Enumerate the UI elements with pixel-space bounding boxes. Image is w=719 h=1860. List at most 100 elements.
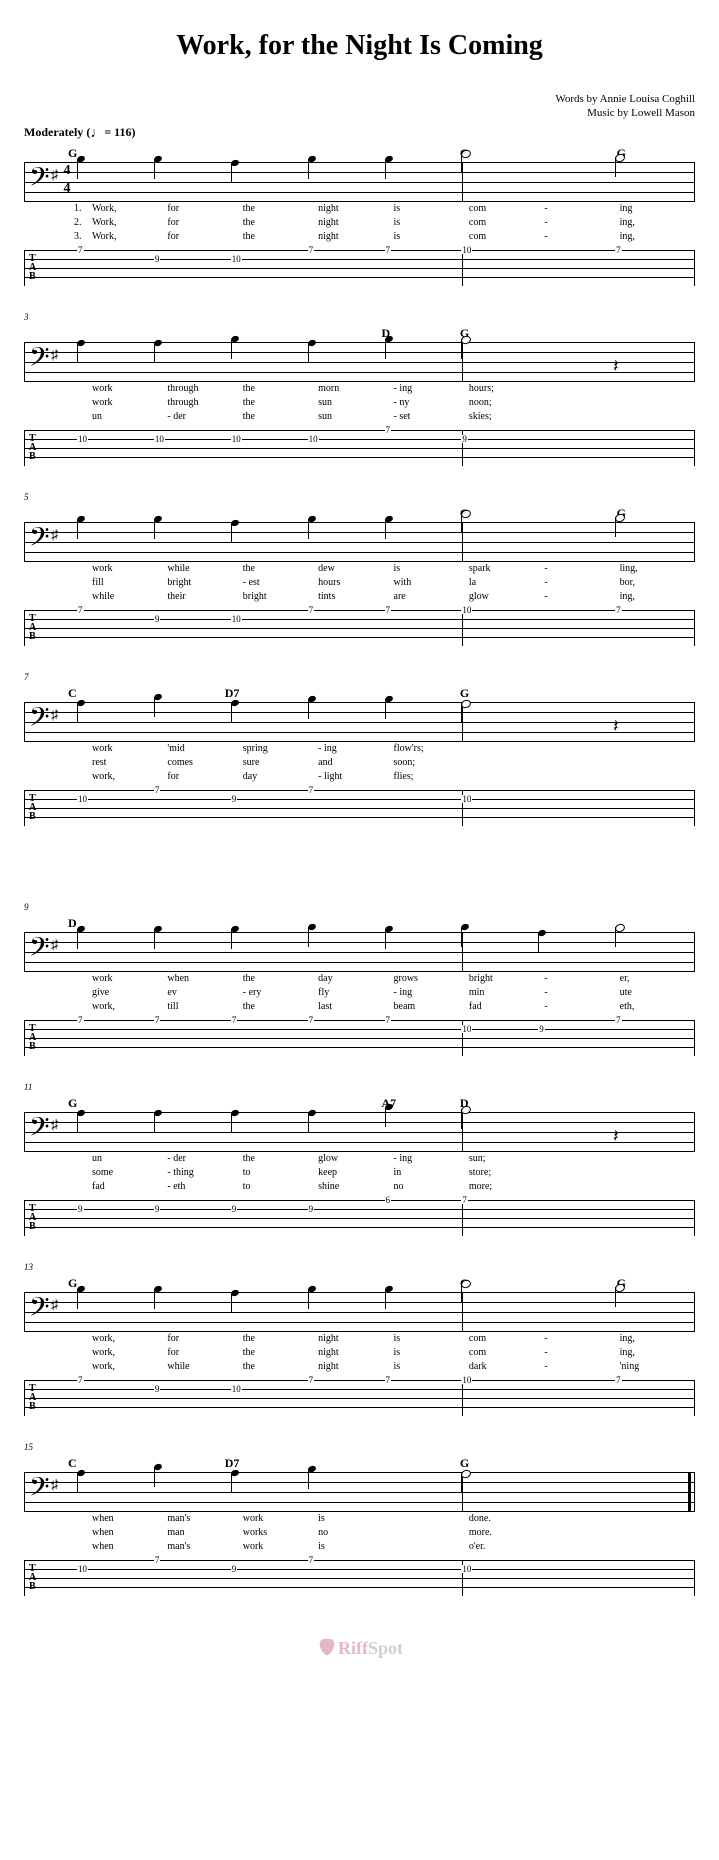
bass-clef-icon: 𝄢: [29, 520, 50, 560]
lyric-syllable: ing,: [620, 216, 695, 230]
chord-symbol: G: [460, 1456, 538, 1472]
credit-music: Music by Lowell Mason: [24, 106, 695, 120]
lyric-syllable: [469, 742, 544, 756]
lyric-syllable: [620, 770, 695, 784]
lyric-line: whenmanworksnomore.: [74, 1526, 695, 1540]
lyric-syllable: [544, 1540, 619, 1554]
lyric-syllable: - der: [167, 1152, 242, 1166]
lyric-syllable: ing,: [620, 1332, 695, 1346]
lyric-syllable: com: [469, 230, 544, 244]
lyric-syllable: their: [167, 590, 242, 604]
lyric-syllable: when: [92, 1540, 167, 1554]
tab-fret: 9: [77, 1205, 84, 1213]
tab-fret: 9: [154, 615, 161, 623]
lyric-syllable: flow'rs;: [394, 742, 469, 756]
lyric-syllable: through: [167, 396, 242, 410]
lyric-syllable: [620, 1512, 695, 1526]
tab-fret: 7: [385, 606, 392, 614]
lyric-syllable: is: [318, 1512, 393, 1526]
music-system: 13GCG𝄢♯work,forthenightiscom-ing,work,fo…: [24, 1276, 695, 1416]
bass-clef-icon: 𝄢: [29, 1470, 50, 1510]
key-signature: ♯: [51, 348, 58, 364]
lyrics-block: workwhenthedaygrowsbright-er,giveev- ery…: [74, 972, 695, 1014]
lyric-syllable: [544, 742, 619, 756]
lyric-syllable: spring: [243, 742, 318, 756]
lyric-syllable: the: [243, 410, 318, 424]
lyric-line: 2.Work,forthenightiscom-ing,: [74, 216, 695, 230]
music-system: 5CG𝄢♯workwhilethedewisspark-ling,fillbri…: [24, 506, 695, 646]
lyric-syllable: work: [243, 1512, 318, 1526]
lyric-syllable: day: [243, 770, 318, 784]
verse-number: [74, 1332, 92, 1346]
tab-fret: 9: [231, 1565, 238, 1573]
lyric-syllable: er,: [620, 972, 695, 986]
lyric-syllable: night: [318, 1332, 393, 1346]
chord-symbol: [617, 1096, 695, 1112]
tab-fret: 7: [385, 1016, 392, 1024]
lyric-line: whenman'sworkisdone.: [74, 1512, 695, 1526]
lyric-syllable: noon;: [469, 396, 544, 410]
chord-symbol: [617, 916, 695, 932]
lyric-syllable: is: [394, 1332, 469, 1346]
tab-staff: TAB999967: [24, 1200, 695, 1236]
chord-symbol: A7: [382, 1096, 460, 1112]
lyric-syllable: [620, 410, 695, 424]
tab-fret: 10: [231, 255, 242, 263]
time-signature: 44: [61, 162, 73, 198]
tab-fret: 10: [461, 1025, 472, 1033]
lyric-line: 3.Work,forthenightiscom-ing,: [74, 230, 695, 244]
lyric-syllable: sure: [243, 756, 318, 770]
bass-clef-icon: 𝄢: [29, 930, 50, 970]
chord-symbol: [538, 1096, 616, 1112]
lyric-syllable: when: [92, 1512, 167, 1526]
lyric-syllable: [620, 382, 695, 396]
lyric-syllable: [620, 756, 695, 770]
verse-number: [74, 1152, 92, 1166]
tab-fret: 10: [231, 615, 242, 623]
lyrics-block: workthroughthemorn- inghours;workthrough…: [74, 382, 695, 424]
lyric-syllable: -: [544, 1360, 619, 1374]
lyric-line: fad- ethtoshinenomore;: [74, 1180, 695, 1194]
lyric-syllable: [544, 410, 619, 424]
chord-row: CD7G: [68, 1456, 695, 1472]
lyric-syllable: tints: [318, 590, 393, 604]
lyric-syllable: sun: [318, 410, 393, 424]
verse-number: [74, 1540, 92, 1554]
lyric-line: whenman'sworkiso'er.: [74, 1540, 695, 1554]
lyric-syllable: is: [394, 216, 469, 230]
lyric-syllable: grows: [394, 972, 469, 986]
lyric-syllable: for: [167, 230, 242, 244]
lyric-syllable: com: [469, 202, 544, 216]
lyric-syllable: is: [318, 1540, 393, 1554]
chord-symbol: G: [617, 146, 695, 162]
chord-symbol: D: [382, 326, 460, 342]
lyric-syllable: flies;: [394, 770, 469, 784]
lyric-syllable: ev: [167, 986, 242, 1000]
chord-symbol: [382, 146, 460, 162]
lyric-syllable: -: [544, 202, 619, 216]
lyric-syllable: Work,: [92, 202, 167, 216]
lyric-syllable: night: [318, 1360, 393, 1374]
verse-number: [74, 1166, 92, 1180]
lyric-syllable: the: [243, 1332, 318, 1346]
tab-fret: 7: [385, 246, 392, 254]
chord-symbol: [303, 1096, 381, 1112]
measure-number: 3: [24, 312, 29, 322]
lyric-syllable: [544, 1152, 619, 1166]
tab-fret: 9: [231, 1205, 238, 1213]
lyric-syllable: work,: [92, 770, 167, 784]
lyric-syllable: - ing: [318, 742, 393, 756]
lyric-syllable: the: [243, 1152, 318, 1166]
lyric-syllable: shine: [318, 1180, 393, 1194]
verse-number: [74, 972, 92, 986]
tab-fret: 7: [461, 1196, 468, 1204]
lyric-syllable: [544, 756, 619, 770]
verse-number: [74, 590, 92, 604]
tab-fret: 7: [154, 1016, 161, 1024]
chord-symbol: C: [460, 1276, 538, 1292]
lyric-syllable: com: [469, 216, 544, 230]
lyric-syllable: till: [167, 1000, 242, 1014]
chord-symbol: [538, 1276, 616, 1292]
tab-fret: 7: [615, 1016, 622, 1024]
lyric-syllable: eth,: [620, 1000, 695, 1014]
